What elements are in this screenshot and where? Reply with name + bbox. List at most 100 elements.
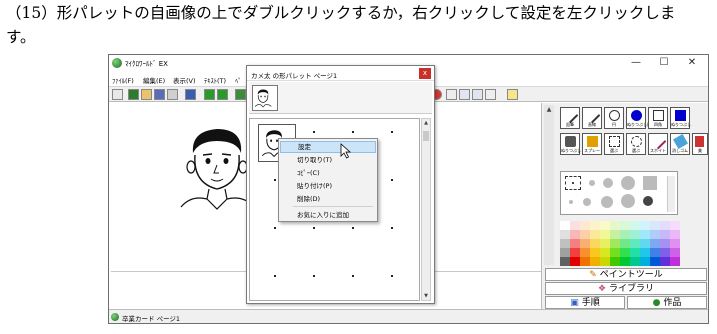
color-swatch[interactable] xyxy=(570,248,580,257)
menu-view[interactable]: 表示(V) xyxy=(173,75,196,85)
color-swatch[interactable] xyxy=(650,239,660,248)
palette-preview-thumbnail[interactable] xyxy=(252,85,278,111)
tool-eyedropper[interactable]: スポイト xyxy=(648,133,668,155)
print-icon[interactable] xyxy=(167,89,178,100)
color-swatch[interactable] xyxy=(670,221,680,230)
brush-medium[interactable] xyxy=(603,178,613,188)
color-swatch[interactable] xyxy=(590,230,600,239)
color-swatch[interactable] xyxy=(650,221,660,230)
color-swatch[interactable] xyxy=(640,221,650,230)
maximize-button[interactable]: ☐ xyxy=(650,55,678,71)
color-swatch[interactable] xyxy=(620,239,630,248)
color-swatch[interactable] xyxy=(570,257,580,266)
palette-title-bar[interactable]: カメ太 の形パレット ページ1 x xyxy=(247,66,434,81)
save-icon[interactable] xyxy=(154,89,165,100)
brush-m2[interactable] xyxy=(601,196,613,208)
color-swatch[interactable] xyxy=(660,239,670,248)
color-swatch[interactable] xyxy=(660,248,670,257)
color-swatch[interactable] xyxy=(650,248,660,257)
color-swatch[interactable] xyxy=(590,248,600,257)
close-button[interactable]: ✕ xyxy=(678,55,706,71)
color-swatch[interactable] xyxy=(600,221,610,230)
color-swatch[interactable] xyxy=(620,230,630,239)
tool-panel-scrollbar[interactable]: ▲ xyxy=(544,105,554,265)
palette-close-button[interactable]: x xyxy=(419,68,431,79)
tool-more[interactable]: 美 xyxy=(692,133,708,155)
brush-large[interactable] xyxy=(621,176,635,190)
forward-arrow-icon[interactable] xyxy=(217,89,228,100)
color-swatch[interactable] xyxy=(630,248,640,257)
tool-circle[interactable]: 円 xyxy=(604,107,624,129)
color-swatch[interactable] xyxy=(590,221,600,230)
page-icon[interactable] xyxy=(112,89,123,100)
color-swatch[interactable] xyxy=(620,257,630,266)
open-folder-icon[interactable] xyxy=(141,89,152,100)
color-swatch[interactable] xyxy=(570,230,580,239)
menu-text[interactable]: ﾃｷｽﾄ(T) xyxy=(204,75,226,85)
menu-item-settings[interactable]: 設定 xyxy=(280,141,376,153)
color-swatch[interactable] xyxy=(590,239,600,248)
brush-small[interactable] xyxy=(589,180,595,186)
color-swatch[interactable] xyxy=(630,230,640,239)
color-swatch[interactable] xyxy=(660,221,670,230)
color-swatch[interactable] xyxy=(630,239,640,248)
color-swatch[interactable] xyxy=(670,257,680,266)
works-button[interactable]: ● 作品 xyxy=(627,296,707,309)
color-swatch[interactable] xyxy=(670,248,680,257)
color-swatch[interactable] xyxy=(560,230,570,239)
minimize-button[interactable]: — xyxy=(622,55,650,71)
color-swatch[interactable] xyxy=(630,221,640,230)
menu-edit[interactable]: 編集(E) xyxy=(143,75,165,85)
color-swatch[interactable] xyxy=(650,257,660,266)
color-swatch[interactable] xyxy=(610,248,620,257)
tool-fill[interactable]: ぬりつぶし xyxy=(560,133,581,155)
color-swatch[interactable] xyxy=(590,257,600,266)
color-swatch[interactable] xyxy=(620,248,630,257)
color-swatch[interactable] xyxy=(560,239,570,248)
color-swatch[interactable] xyxy=(670,230,680,239)
color-palette[interactable] xyxy=(560,221,682,267)
color-swatch[interactable] xyxy=(560,248,570,257)
record-icon[interactable] xyxy=(128,89,139,100)
tool-select-rect[interactable]: 選ぶ xyxy=(604,133,624,155)
tool-line[interactable]: 直線 xyxy=(582,107,602,129)
copy-icon[interactable] xyxy=(459,89,470,100)
color-swatch[interactable] xyxy=(670,239,680,248)
color-swatch[interactable] xyxy=(610,230,620,239)
tree-icon[interactable] xyxy=(235,89,246,100)
color-swatch[interactable] xyxy=(600,248,610,257)
undo-icon[interactable] xyxy=(485,89,496,100)
menu-page[interactable]: ﾍﾟ xyxy=(235,75,242,85)
scroll-thumb[interactable] xyxy=(423,131,429,141)
color-swatch[interactable] xyxy=(560,257,570,266)
menu-item-cut[interactable]: 切り取り(T) xyxy=(280,154,376,166)
paint-tool-button[interactable]: ✎ ペイントツール xyxy=(545,268,707,281)
palette-scrollbar[interactable]: ▲ ▼ xyxy=(421,118,431,301)
tool-rectangle[interactable]: 四角 xyxy=(648,107,668,129)
scroll-down-icon[interactable]: ▼ xyxy=(422,293,430,299)
steps-button[interactable]: ▣ 手順 xyxy=(545,296,625,309)
color-swatch[interactable] xyxy=(610,257,620,266)
menu-item-paste[interactable]: 貼り付け(P) xyxy=(280,180,376,192)
color-swatch[interactable] xyxy=(560,221,570,230)
brush-s2[interactable] xyxy=(583,198,591,206)
scroll-up-icon[interactable]: ▲ xyxy=(422,120,430,126)
brush-xs[interactable] xyxy=(569,200,573,204)
color-swatch[interactable] xyxy=(660,230,670,239)
color-swatch[interactable] xyxy=(640,257,650,266)
brush-scrollbar[interactable] xyxy=(667,176,675,212)
scissors-icon[interactable] xyxy=(446,89,457,100)
back-arrow-icon[interactable] xyxy=(204,89,215,100)
color-swatch[interactable] xyxy=(600,257,610,266)
brush-square[interactable] xyxy=(643,176,657,190)
help-icon[interactable] xyxy=(507,89,518,100)
color-swatch[interactable] xyxy=(580,257,590,266)
tool-eraser[interactable]: 消しゴム xyxy=(670,133,690,155)
tool-spray[interactable]: スプレー xyxy=(582,133,602,155)
brush-dark[interactable] xyxy=(643,196,653,206)
brush-size-grid[interactable] xyxy=(560,171,678,215)
tool-filled-circle[interactable]: ぬりつぶし円 xyxy=(626,107,651,129)
color-swatch[interactable] xyxy=(610,221,620,230)
color-swatch[interactable] xyxy=(660,257,670,266)
color-swatch[interactable] xyxy=(630,257,640,266)
